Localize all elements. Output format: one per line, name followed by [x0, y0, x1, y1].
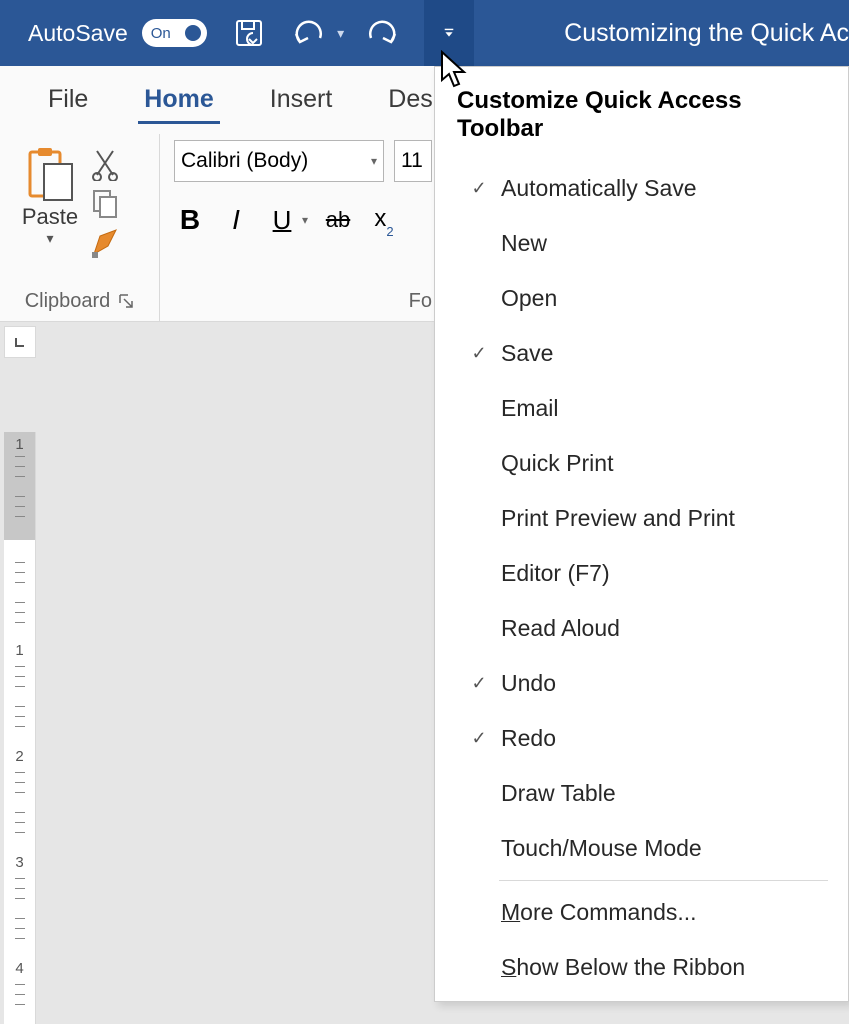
bold-button[interactable]: B: [174, 200, 206, 240]
clipboard-dialog-launcher-icon[interactable]: [118, 293, 134, 309]
tab-selector-icon[interactable]: [4, 326, 36, 358]
check-icon: ✓: [457, 178, 501, 199]
paste-button[interactable]: Paste ▾: [14, 140, 86, 247]
undo-icon[interactable]: [287, 11, 331, 55]
autosave-toggle[interactable]: On: [142, 19, 207, 47]
undo-dropdown-caret[interactable]: ▾: [337, 25, 344, 42]
qat-menu-item[interactable]: ✓Automatically Save: [435, 161, 848, 216]
qat-menu-item-label: Editor (F7): [501, 560, 610, 587]
autosave-label: AutoSave: [28, 20, 128, 47]
font-group-label: Fo: [409, 290, 432, 313]
qat-menu-item-label: Open: [501, 285, 557, 312]
clipboard-group-label: Clipboard: [25, 290, 111, 313]
customize-qat-dropdown: Customize Quick Access Toolbar ✓Automati…: [434, 66, 849, 1002]
strikethrough-button[interactable]: ab: [322, 200, 354, 240]
tab-insert[interactable]: Insert: [242, 75, 361, 124]
qat-menu-item-label: Redo: [501, 725, 556, 752]
titlebar: AutoSave On ▾: [0, 0, 849, 66]
clipboard-group: Paste ▾: [0, 134, 160, 321]
qat-menu-item[interactable]: ✓Undo: [435, 656, 848, 711]
check-icon: ✓: [457, 728, 501, 749]
format-painter-icon[interactable]: [88, 224, 122, 258]
qat-menu-item-label: Print Preview and Print: [501, 505, 735, 532]
font-name-caret: ▾: [371, 154, 377, 168]
qat-menu-item[interactable]: Open: [435, 271, 848, 326]
qat-menu-item-label: New: [501, 230, 547, 257]
toggle-on-text: On: [142, 25, 171, 42]
qat-menu-item-label: Undo: [501, 670, 556, 697]
qat-menu-item-label: Quick Print: [501, 450, 613, 477]
dropdown-title: Customize Quick Access Toolbar: [435, 67, 848, 161]
qat-menu-item[interactable]: Print Preview and Print: [435, 491, 848, 546]
qat-menu-item-label: Email: [501, 395, 559, 422]
qat-menu-item[interactable]: Email: [435, 381, 848, 436]
qat-menu-item[interactable]: ✓Redo: [435, 711, 848, 766]
font-name-value: Calibri (Body): [181, 149, 308, 173]
ruler-mark: 1: [4, 436, 35, 453]
cut-icon[interactable]: [88, 148, 122, 182]
check-icon: ✓: [457, 343, 501, 364]
qat-menu-item[interactable]: Draw Table: [435, 766, 848, 821]
font-group: Calibri (Body) ▾ 11 B I U ▾ ab x2: [160, 134, 450, 321]
clipboard-icon: [24, 146, 76, 202]
save-icon[interactable]: [227, 11, 271, 55]
ruler-mark: 3: [4, 854, 35, 871]
more-commands-item[interactable]: More Commands...: [435, 885, 848, 940]
qat-menu-item[interactable]: New: [435, 216, 848, 271]
copy-icon[interactable]: [88, 186, 122, 220]
italic-button[interactable]: I: [220, 200, 252, 240]
qat-menu-item-label: Read Aloud: [501, 615, 620, 642]
redo-icon[interactable]: [360, 11, 404, 55]
paste-dropdown-caret[interactable]: ▾: [46, 230, 53, 247]
subscript-button[interactable]: x2: [368, 200, 400, 240]
qat-menu-item-label: Automatically Save: [501, 175, 697, 202]
tab-home[interactable]: Home: [116, 75, 241, 124]
ruler-mark: 2: [4, 748, 35, 765]
qat-menu-item[interactable]: Quick Print: [435, 436, 848, 491]
check-icon: ✓: [457, 673, 501, 694]
qat-menu-item-label: Draw Table: [501, 780, 616, 807]
font-size-select[interactable]: 11: [394, 140, 432, 182]
toggle-knob: [185, 25, 201, 41]
quick-access-toolbar: ▾: [227, 0, 474, 66]
qat-menu-item[interactable]: Read Aloud: [435, 601, 848, 656]
qat-menu-item-label: Save: [501, 340, 553, 367]
qat-menu-item[interactable]: ✓Save: [435, 326, 848, 381]
ruler-mark: 4: [4, 960, 35, 977]
font-name-select[interactable]: Calibri (Body) ▾: [174, 140, 384, 182]
underline-button[interactable]: U: [266, 200, 298, 240]
qat-menu-item[interactable]: Touch/Mouse Mode: [435, 821, 848, 876]
qat-menu-item-label: Touch/Mouse Mode: [501, 835, 702, 862]
underline-dropdown-caret[interactable]: ▾: [302, 213, 308, 227]
dropdown-separator: [499, 880, 828, 881]
ruler-mark: 1: [4, 642, 35, 659]
paste-label: Paste: [22, 204, 78, 230]
show-below-ribbon-item[interactable]: Show Below the Ribbon: [435, 940, 848, 995]
tab-file[interactable]: File: [20, 75, 116, 124]
document-title: Customizing the Quick Ac: [564, 19, 849, 48]
vertical-ruler[interactable]: 1 1 2 3 4: [4, 432, 36, 1024]
qat-menu-item[interactable]: Editor (F7): [435, 546, 848, 601]
customize-qat-button[interactable]: [424, 0, 474, 66]
font-size-value: 11: [401, 149, 423, 173]
